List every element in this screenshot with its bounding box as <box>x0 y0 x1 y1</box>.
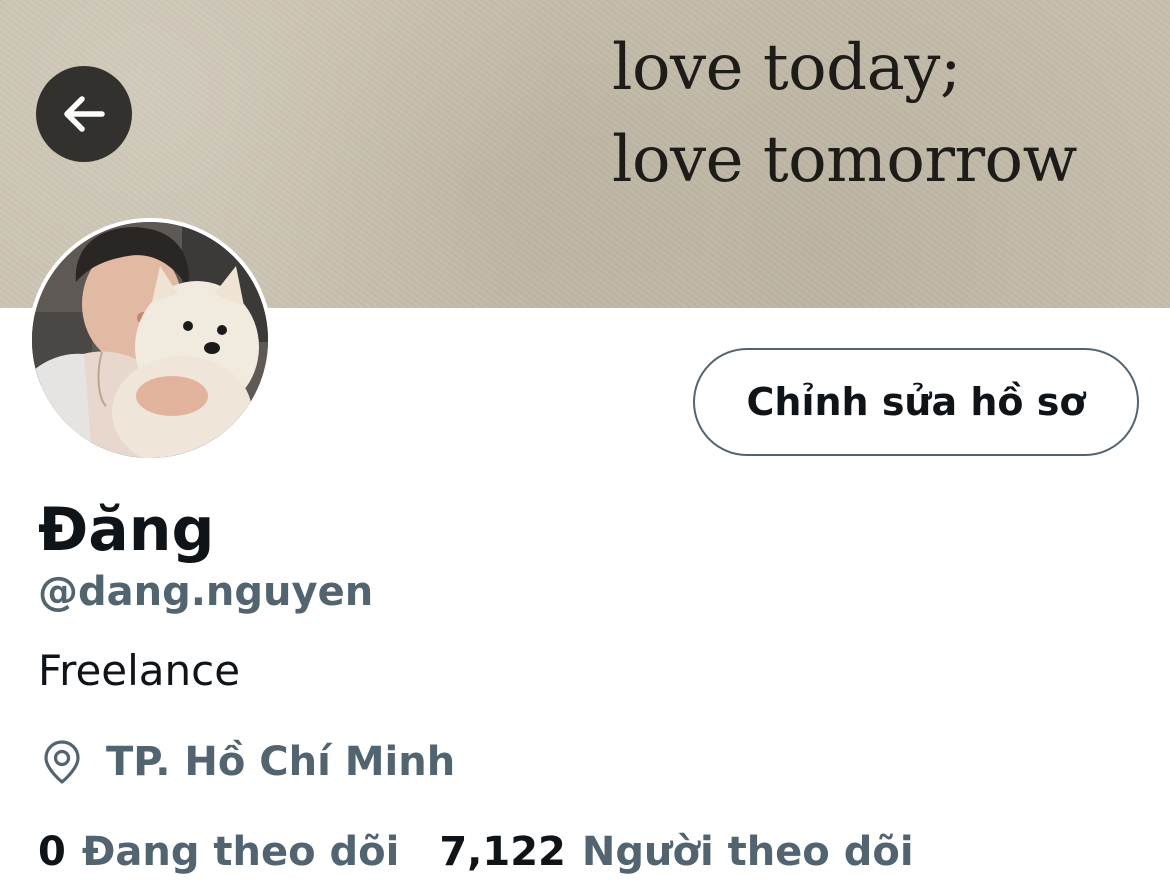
banner-quote: love today; love tomorrow <box>612 22 1077 206</box>
location-text: TP. Hồ Chí Minh <box>106 739 456 785</box>
user-handle: @dang.nguyen <box>38 569 374 615</box>
follow-stats: 0 Đang theo dõi 7,122 Người theo dõi <box>38 824 914 880</box>
arrow-left-icon <box>64 96 105 132</box>
location-pin-icon <box>44 740 80 784</box>
display-name: Đăng <box>38 495 215 565</box>
following-label: Đang theo dõi <box>81 829 400 875</box>
avatar-photo <box>32 222 268 458</box>
profile-bio: Freelance <box>38 646 241 695</box>
followers-link[interactable]: 7,122 Người theo dõi <box>439 829 913 875</box>
banner-quote-line-1: love today; <box>612 31 961 105</box>
followers-label: Người theo dõi <box>581 829 914 875</box>
edit-profile-button[interactable]: Chỉnh sửa hồ sơ <box>693 348 1139 456</box>
profile-avatar[interactable] <box>28 218 272 462</box>
profile-page: love today; love tomorrow Chỉnh sửa hồ s… <box>0 0 1170 886</box>
following-link[interactable]: 0 Đang theo dõi <box>38 829 399 875</box>
banner-quote-line-2: love tomorrow <box>612 123 1077 197</box>
following-count: 0 <box>38 829 66 875</box>
profile-location: TP. Hồ Chí Minh <box>38 734 455 790</box>
followers-count: 7,122 <box>439 829 566 875</box>
back-button[interactable] <box>36 66 132 162</box>
